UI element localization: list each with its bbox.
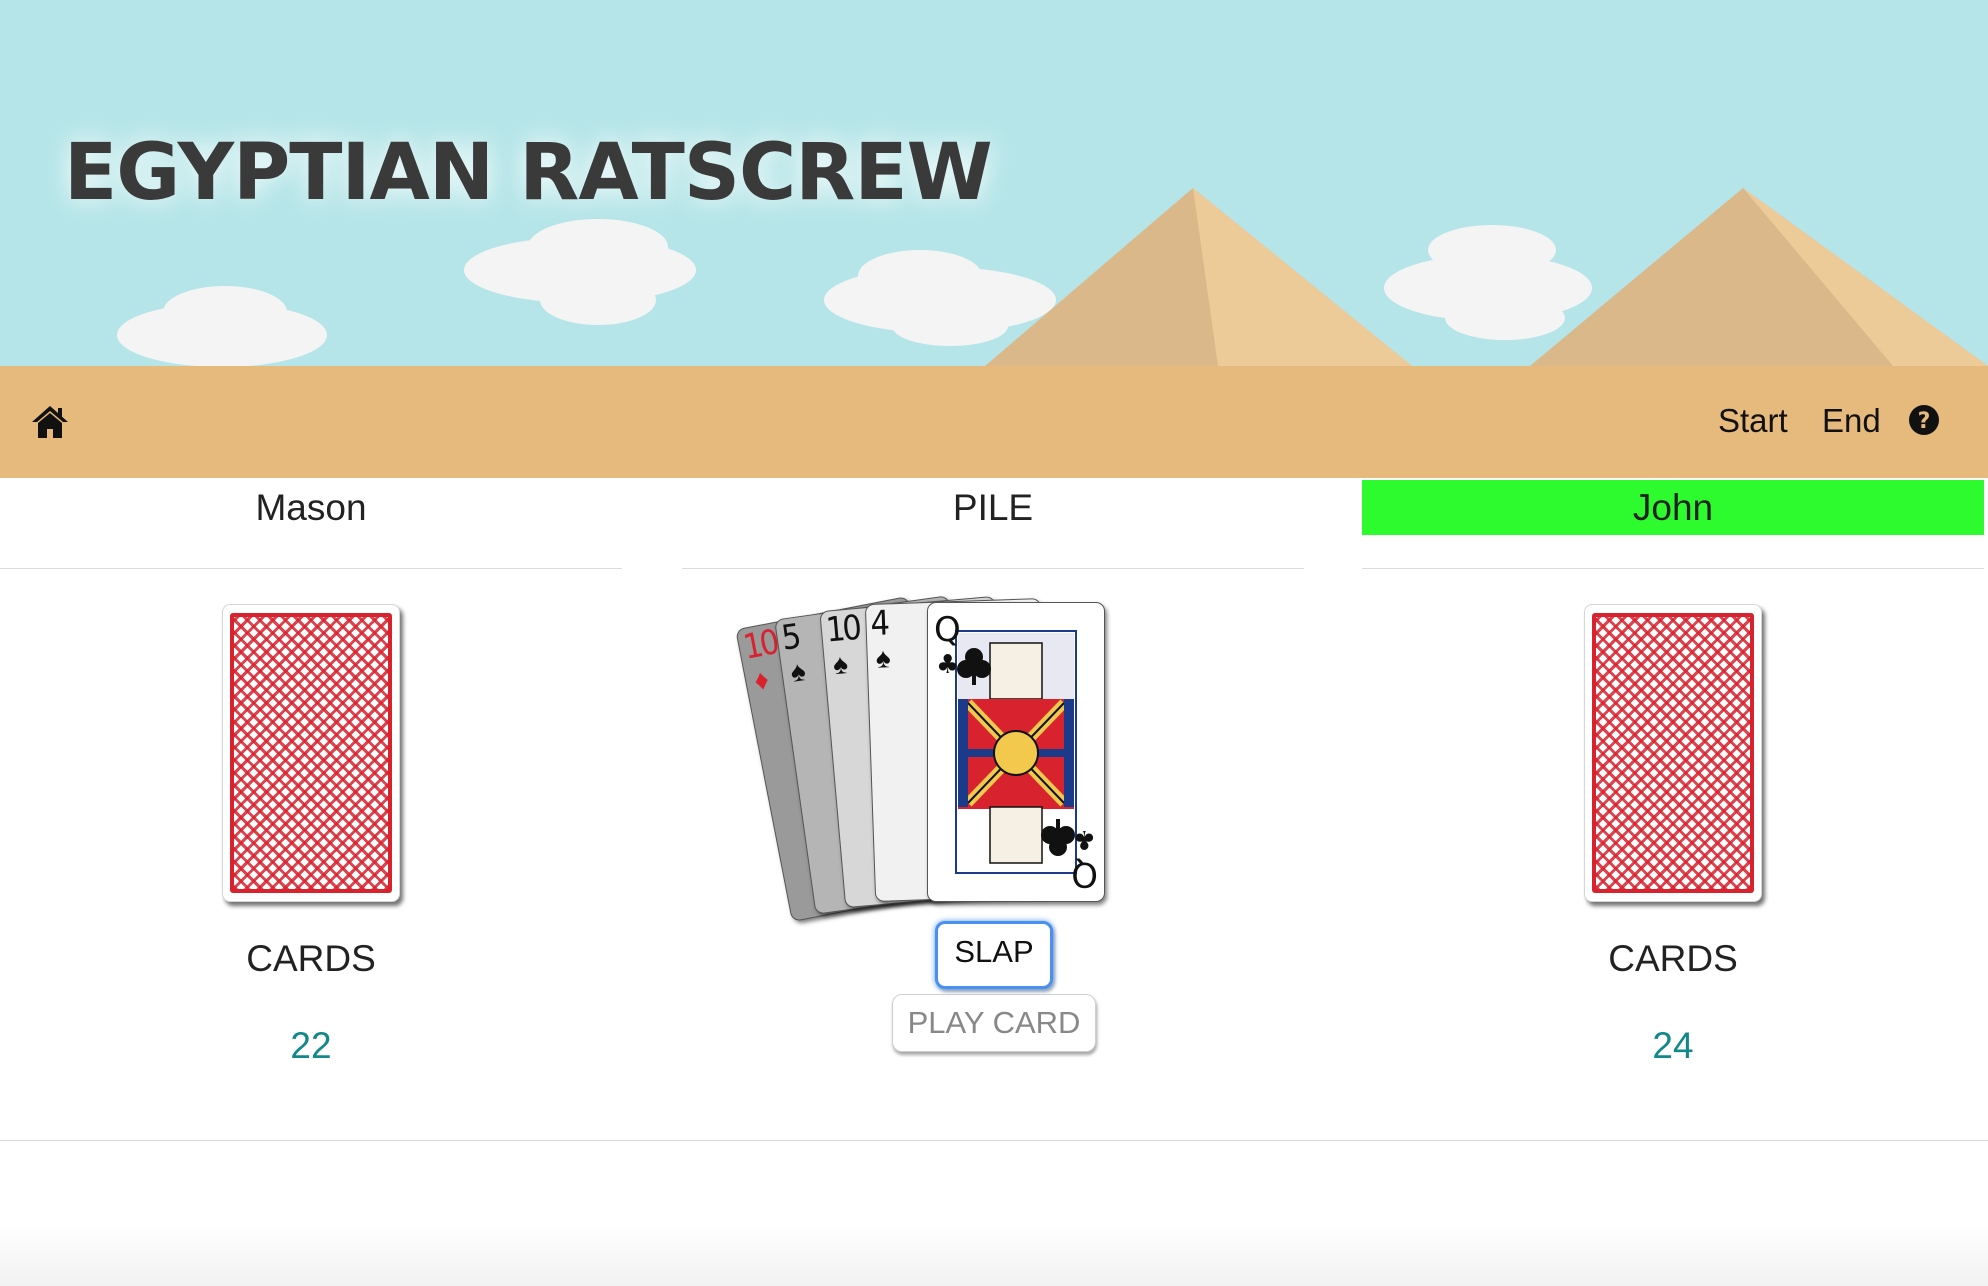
queen-suit-bottom: ♣	[1073, 824, 1096, 854]
header-banner: EGYPTIAN RATSCREW	[0, 0, 1988, 366]
nav-start-link[interactable]: Start	[1718, 402, 1788, 440]
card-back	[1592, 613, 1754, 893]
queen-rank-top: Q	[934, 610, 961, 650]
player-left-name: Mason	[255, 487, 367, 528]
queen-rank-bottom: Q	[1071, 854, 1098, 894]
player-left-header: Mason	[0, 480, 622, 569]
footer-shade	[0, 1226, 1988, 1286]
pile-card-3-rank: 10	[824, 607, 861, 651]
navbar: Start End ?	[0, 366, 1988, 478]
player-left-deck[interactable]	[222, 604, 400, 902]
pile-card-queen-of-clubs: Q ♣ Q ♣	[927, 602, 1105, 902]
card-back	[230, 613, 392, 893]
player-right-card-count: 24	[1652, 1025, 1694, 1066]
home-icon[interactable]	[30, 402, 70, 442]
pile-card-4-rank: 4	[869, 603, 888, 644]
player-right-name: John	[1362, 480, 1984, 535]
player-right-header: John	[1362, 480, 1984, 569]
player-left-cards-label: CARDS	[246, 938, 376, 979]
question-circle-icon[interactable]: ?	[1908, 404, 1940, 436]
player-right-cards-label: CARDS	[1608, 938, 1738, 979]
divider	[0, 1140, 1988, 1141]
card-pile: 10 ♦ 5 ♠ 10 ♠ 4 ♠ Q ♣ Q ♣	[682, 595, 1304, 930]
pile-panel: PILE 10 ♦ 5 ♠ 10 ♠ 4 ♠ Q ♣ Q ♣ SLAP PLAY…	[682, 480, 1304, 1140]
player-left-card-count: 22	[290, 1025, 332, 1066]
slap-button[interactable]: SLAP	[935, 921, 1053, 989]
page-title: EGYPTIAN RATSCREW	[64, 128, 993, 218]
pile-label: PILE	[952, 487, 1034, 528]
pile-card-4-suit: ♠	[875, 642, 892, 674]
play-card-button[interactable]: PLAY CARD	[892, 994, 1096, 1052]
pile-card-1-suit: ♦	[751, 663, 772, 697]
queen-suit-top: ♣	[936, 650, 959, 680]
player-right-panel: John CARDS 24	[1362, 480, 1984, 1140]
svg-text:?: ?	[1918, 409, 1931, 434]
pile-card-2-suit: ♠	[788, 654, 808, 688]
player-right-deck[interactable]	[1584, 604, 1762, 902]
pile-card-3-suit: ♠	[831, 648, 850, 681]
pile-header: PILE	[682, 480, 1304, 569]
player-left-panel: Mason CARDS 22	[0, 480, 622, 1140]
nav-end-link[interactable]: End	[1822, 402, 1881, 440]
pile-card-2-rank: 5	[779, 616, 801, 659]
queen-of-clubs-face: Q ♣ Q ♣	[934, 610, 1098, 894]
pile-card-1-rank: 10	[740, 622, 781, 668]
